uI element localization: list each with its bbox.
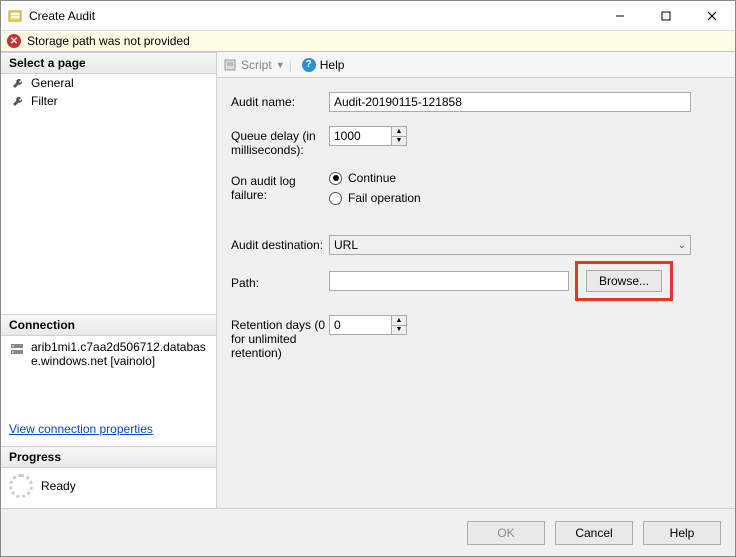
queue-delay-spinner[interactable]: ▲ ▼ bbox=[391, 126, 407, 146]
connection-info: arib1mi1.c7aa2d506712.database.windows.n… bbox=[1, 336, 216, 372]
radio-icon bbox=[329, 192, 342, 205]
path-input[interactable] bbox=[329, 271, 569, 291]
help-icon: ? bbox=[302, 58, 316, 72]
toolbar: Script ▼ | ? Help bbox=[217, 52, 735, 78]
browse-highlight: Browse... bbox=[575, 261, 673, 301]
connection-header: Connection bbox=[1, 314, 216, 336]
on-failure-label: On audit log failure: bbox=[231, 171, 329, 202]
titlebar: Create Audit bbox=[1, 1, 735, 31]
chevron-down-icon[interactable]: ▼ bbox=[392, 326, 406, 335]
radio-icon bbox=[329, 172, 342, 185]
audit-name-label: Audit name: bbox=[231, 92, 329, 109]
destination-value: URL bbox=[334, 238, 358, 252]
chevron-down-icon: ⌄ bbox=[678, 240, 686, 251]
retention-input[interactable] bbox=[329, 315, 391, 335]
queue-delay-input[interactable] bbox=[329, 126, 391, 146]
error-icon: ✕ bbox=[7, 34, 21, 48]
help-button[interactable]: Help bbox=[643, 521, 721, 545]
minimize-button[interactable] bbox=[597, 1, 643, 31]
error-message: Storage path was not provided bbox=[27, 34, 190, 48]
form-area: Audit name: Queue delay (in milliseconds… bbox=[217, 78, 735, 508]
cancel-button[interactable]: Cancel bbox=[555, 521, 633, 545]
help-label: Help bbox=[320, 58, 345, 72]
page-item-label: General bbox=[31, 76, 74, 90]
script-icon bbox=[223, 58, 237, 72]
retention-label: Retention days (0 for unlimited retentio… bbox=[231, 315, 329, 360]
progress-header: Progress bbox=[1, 446, 216, 468]
radio-fail-label: Fail operation bbox=[348, 191, 421, 205]
window-controls bbox=[597, 1, 735, 31]
maximize-button[interactable] bbox=[643, 1, 689, 31]
window-title: Create Audit bbox=[29, 9, 597, 23]
page-item-filter[interactable]: Filter bbox=[1, 92, 216, 110]
connection-text: arib1mi1.c7aa2d506712.database.windows.n… bbox=[31, 340, 208, 368]
destination-select[interactable]: URL ⌄ bbox=[329, 235, 691, 255]
queue-delay-label: Queue delay (in milliseconds): bbox=[231, 126, 329, 157]
audit-name-input[interactable] bbox=[329, 92, 691, 112]
app-icon bbox=[7, 8, 23, 24]
view-connection-link[interactable]: View connection properties bbox=[1, 412, 216, 446]
script-label: Script bbox=[241, 58, 272, 72]
chevron-down-icon[interactable]: ▼ bbox=[392, 137, 406, 146]
close-button[interactable] bbox=[689, 1, 735, 31]
progress-status: Ready bbox=[1, 468, 216, 504]
ok-button[interactable]: OK bbox=[467, 521, 545, 545]
script-button[interactable]: Script ▼ bbox=[223, 58, 285, 72]
chevron-up-icon[interactable]: ▲ bbox=[392, 316, 406, 326]
ok-label: OK bbox=[497, 526, 514, 540]
create-audit-dialog: Create Audit ✕ Storage path was not prov… bbox=[0, 0, 736, 557]
help-label: Help bbox=[670, 526, 695, 540]
destination-label: Audit destination: bbox=[231, 235, 329, 252]
radio-continue[interactable]: Continue bbox=[329, 171, 721, 185]
page-item-general[interactable]: General bbox=[1, 74, 216, 92]
wrench-icon bbox=[11, 76, 25, 90]
browse-label: Browse... bbox=[599, 274, 649, 288]
page-list: General Filter bbox=[1, 74, 216, 314]
dialog-body: Select a page General Filter Connection bbox=[1, 52, 735, 508]
radio-continue-label: Continue bbox=[348, 171, 396, 185]
path-label: Path: bbox=[231, 273, 329, 290]
select-page-header: Select a page bbox=[1, 52, 216, 74]
cancel-label: Cancel bbox=[575, 526, 612, 540]
progress-spinner-icon bbox=[9, 474, 33, 498]
wrench-icon bbox=[11, 94, 25, 108]
chevron-down-icon: ▼ bbox=[276, 60, 285, 70]
dialog-footer: OK Cancel Help bbox=[1, 508, 735, 556]
right-panel: Script ▼ | ? Help Audit name: Queue bbox=[217, 52, 735, 508]
page-item-label: Filter bbox=[31, 94, 58, 108]
server-icon bbox=[9, 341, 25, 357]
progress-text: Ready bbox=[41, 479, 76, 493]
browse-button[interactable]: Browse... bbox=[586, 270, 662, 292]
retention-spinner[interactable]: ▲ ▼ bbox=[391, 315, 407, 335]
left-panel: Select a page General Filter Connection bbox=[1, 52, 217, 508]
radio-fail-operation[interactable]: Fail operation bbox=[329, 191, 721, 205]
error-banner: ✕ Storage path was not provided bbox=[1, 31, 735, 52]
help-button[interactable]: ? Help bbox=[302, 58, 345, 72]
chevron-up-icon[interactable]: ▲ bbox=[392, 127, 406, 137]
